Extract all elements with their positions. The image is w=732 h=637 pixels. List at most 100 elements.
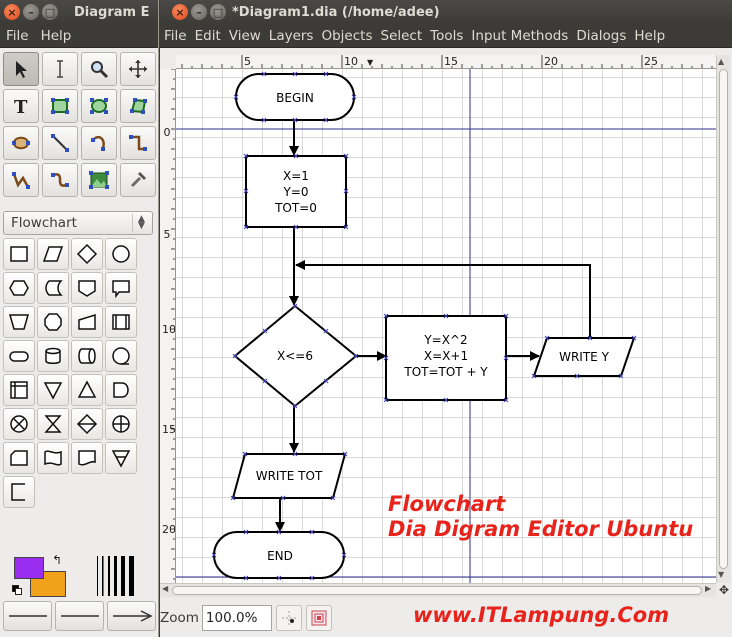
- write-tot-label: WRITE TOT: [256, 469, 323, 483]
- shape-transport[interactable]: [105, 442, 137, 474]
- shape-direct-access[interactable]: [71, 340, 103, 372]
- magnify-tool[interactable]: [81, 52, 117, 86]
- arc-tool[interactable]: [81, 126, 117, 160]
- shape-offpage[interactable]: [71, 272, 103, 304]
- line-icon: [51, 134, 69, 152]
- shape-manual-operation[interactable]: [3, 306, 35, 338]
- menu-help[interactable]: Help: [35, 28, 78, 44]
- shape-sequential-data[interactable]: [105, 340, 137, 372]
- menu-edit[interactable]: Edit: [191, 28, 225, 44]
- shape-card[interactable]: [3, 442, 35, 474]
- init-line-2: Y=0: [282, 185, 308, 199]
- menu-layers[interactable]: Layers: [265, 28, 318, 44]
- minimize-diagram-button[interactable]: –: [191, 4, 207, 20]
- maximize-diagram-button[interactable]: □: [210, 4, 226, 20]
- image-tool[interactable]: [81, 163, 117, 197]
- shape-stored-data[interactable]: [37, 272, 69, 304]
- shape-terminal[interactable]: [3, 340, 35, 372]
- shape-annotation[interactable]: [3, 476, 35, 508]
- foreground-color[interactable]: [14, 557, 44, 579]
- zoom-combo[interactable]: 100.0%: [201, 604, 272, 631]
- vertical-scrollbar[interactable]: ▲ ▼: [716, 55, 730, 583]
- outline-tool[interactable]: [120, 163, 156, 197]
- cylinder-shape-icon: [45, 347, 61, 364]
- hourglass-shape-icon: [44, 415, 62, 433]
- polyline-tool[interactable]: [3, 163, 39, 197]
- shape-internal-storage[interactable]: [3, 374, 35, 406]
- zigzag-line-tool[interactable]: [120, 126, 156, 160]
- color-selector[interactable]: ↰: [10, 553, 70, 603]
- horizontal-scrollbar[interactable]: ◀ ▶: [160, 583, 716, 597]
- sheet-selector[interactable]: Flowchart ▲ ▼: [3, 211, 153, 235]
- shape-collate[interactable]: [37, 408, 69, 440]
- menu-objects[interactable]: Objects: [317, 28, 376, 44]
- shape-ellipse[interactable]: [105, 238, 137, 270]
- line-tool[interactable]: [42, 126, 78, 160]
- polygon-tool[interactable]: [120, 89, 156, 123]
- toolbox-title: Diagram E: [74, 4, 150, 20]
- minimize-window-button[interactable]: –: [23, 4, 39, 20]
- sheet-selector-value: Flowchart: [11, 215, 77, 231]
- text-edit-tool[interactable]: [42, 52, 78, 86]
- shape-punched-tape[interactable]: [37, 442, 69, 474]
- beziergon-tool[interactable]: [3, 126, 39, 160]
- shape-manual-input[interactable]: [71, 306, 103, 338]
- start-arrow-selector[interactable]: [3, 601, 52, 631]
- modify-tool[interactable]: [3, 52, 39, 86]
- shape-predefined-process[interactable]: [105, 306, 137, 338]
- menu-dialogs[interactable]: Dialogs: [572, 28, 630, 44]
- summing-junction-shape-icon: [10, 415, 28, 433]
- menu-view[interactable]: View: [225, 28, 265, 44]
- object-snap-icon: [311, 610, 327, 625]
- menu-input-methods[interactable]: Input Methods: [467, 28, 572, 44]
- horizontal-scroll-thumb[interactable]: [172, 586, 702, 595]
- shape-magnetic-disk[interactable]: [37, 340, 69, 372]
- offpage-shape-icon: [78, 280, 96, 297]
- zoom-label: Zoom: [160, 609, 199, 626]
- menu-file[interactable]: File: [160, 28, 191, 44]
- scroll-down-icon[interactable]: ▼: [718, 570, 724, 579]
- shape-extract[interactable]: [71, 374, 103, 406]
- octagon-shape-icon: [44, 313, 62, 331]
- scroll-tool[interactable]: [120, 52, 156, 86]
- shape-parallelogram[interactable]: [37, 238, 69, 270]
- shape-summing-junction[interactable]: [3, 408, 35, 440]
- ellipse-tool[interactable]: [81, 89, 117, 123]
- close-window-button[interactable]: ×: [4, 4, 20, 20]
- terminal-shape-icon: [9, 351, 29, 362]
- line-style-row: [3, 601, 156, 631]
- sort-shape-icon: [76, 413, 98, 435]
- menu-help[interactable]: Help: [630, 28, 669, 44]
- bezierline-tool[interactable]: [42, 163, 78, 197]
- shape-delay-d[interactable]: [105, 374, 137, 406]
- shape-delay[interactable]: [37, 306, 69, 338]
- shape-box[interactable]: [3, 238, 35, 270]
- text-tool[interactable]: T: [3, 89, 39, 123]
- shape-diamond[interactable]: [71, 238, 103, 270]
- close-diagram-button[interactable]: ×: [172, 4, 188, 20]
- line-width-selector[interactable]: [93, 554, 137, 598]
- end-arrow-selector[interactable]: [107, 601, 156, 631]
- line-style-selector[interactable]: [55, 601, 104, 631]
- scroll-right-icon[interactable]: ▶: [705, 584, 711, 593]
- shape-display[interactable]: [105, 272, 137, 304]
- box-tool[interactable]: [42, 89, 78, 123]
- snap-to-objects-toggle[interactable]: [305, 604, 332, 631]
- menu-select[interactable]: Select: [377, 28, 427, 44]
- vertical-scroll-thumb[interactable]: [719, 69, 728, 569]
- shape-merge[interactable]: [37, 374, 69, 406]
- navigation-crosshair-icon[interactable]: ✥: [716, 583, 732, 597]
- move-arrows-icon: [129, 60, 147, 78]
- scroll-left-icon[interactable]: ◀: [162, 584, 168, 593]
- shape-document[interactable]: [71, 442, 103, 474]
- shape-sort[interactable]: [71, 408, 103, 440]
- shape-or[interactable]: [105, 408, 137, 440]
- shape-preparation[interactable]: [3, 272, 35, 304]
- swap-colors-icon[interactable]: ↰: [52, 553, 62, 567]
- maximize-window-button[interactable]: □: [42, 4, 58, 20]
- scroll-up-icon[interactable]: ▲: [718, 57, 724, 66]
- snap-to-grid-toggle[interactable]: [275, 604, 302, 631]
- reset-colors-icon[interactable]: [12, 585, 22, 595]
- menu-tools[interactable]: Tools: [426, 28, 467, 44]
- menu-file[interactable]: File: [0, 28, 35, 44]
